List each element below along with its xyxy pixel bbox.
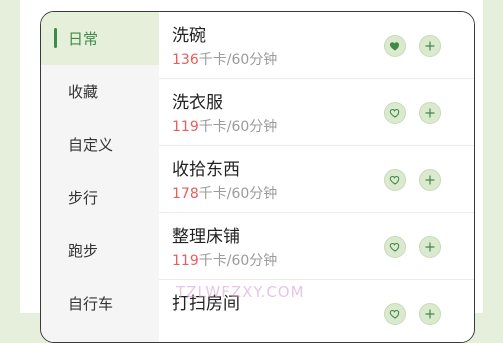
calorie-unit: 千卡/60分钟 [198, 119, 278, 135]
sidebar-item-daily[interactable]: 日常 [41, 12, 159, 65]
activity-calories: 119千卡/60分钟 [172, 250, 277, 270]
sidebar-item-favorites[interactable]: 收藏 [41, 65, 159, 118]
sidebar-item-label: 跑步 [68, 242, 99, 260]
app-screen: 日常 收藏 自定义 步行 跑步 自行车 洗碗 136千卡/60分钟 洗衣服 11… [20, 0, 483, 343]
add-button[interactable] [419, 169, 441, 191]
calorie-value: 119 [172, 119, 199, 135]
sidebar-item-custom[interactable]: 自定义 [41, 118, 159, 171]
sidebar-item-label: 步行 [68, 189, 99, 207]
sidebar-item-label: 自行车 [68, 295, 114, 313]
sidebar-item-running[interactable]: 跑步 [41, 224, 159, 277]
favorite-button[interactable] [384, 35, 406, 57]
favorite-button[interactable] [384, 102, 406, 124]
watermark: TZLWFZXY.COM [176, 283, 305, 301]
activity-name: 洗衣服 [172, 93, 223, 113]
heart-outline-icon [389, 108, 400, 118]
list-item[interactable]: 洗衣服 119千卡/60分钟 [159, 79, 474, 146]
activity-name: 收拾东西 [172, 160, 240, 180]
list-item[interactable]: 整理床铺 119千卡/60分钟 [159, 213, 474, 280]
heart-outline-icon [389, 242, 400, 252]
plus-icon [425, 242, 435, 252]
activity-calories: 178千卡/60分钟 [172, 183, 277, 203]
sidebar-item-label: 自定义 [68, 136, 114, 154]
calorie-value: 136 [172, 52, 199, 68]
sidebar-item-cycling[interactable]: 自行车 [41, 277, 159, 330]
category-sidebar: 日常 收藏 自定义 步行 跑步 自行车 [41, 12, 159, 342]
activity-name: 洗碗 [172, 26, 206, 46]
calorie-unit: 千卡/60分钟 [198, 52, 278, 68]
heart-outline-icon [389, 309, 400, 319]
add-button[interactable] [419, 236, 441, 258]
favorite-button[interactable] [384, 303, 406, 325]
add-button[interactable] [419, 102, 441, 124]
heart-outline-icon [389, 175, 400, 185]
list-item[interactable]: 洗碗 136千卡/60分钟 [159, 12, 474, 79]
plus-icon [425, 309, 435, 319]
calorie-unit: 千卡/60分钟 [198, 186, 278, 202]
favorite-button[interactable] [384, 169, 406, 191]
plus-icon [425, 108, 435, 118]
list-item[interactable]: 收拾东西 178千卡/60分钟 [159, 146, 474, 213]
activity-calories: 119千卡/60分钟 [172, 116, 277, 136]
calorie-unit: 千卡/60分钟 [198, 253, 278, 269]
add-button[interactable] [419, 35, 441, 57]
sidebar-item-label: 收藏 [68, 83, 99, 101]
plus-icon [425, 41, 435, 51]
activity-calories: 136千卡/60分钟 [172, 49, 277, 69]
plus-icon [425, 175, 435, 185]
sidebar-item-walking[interactable]: 步行 [41, 171, 159, 224]
calorie-value: 178 [172, 186, 199, 202]
favorite-button[interactable] [384, 236, 406, 258]
activity-name: 整理床铺 [172, 227, 240, 247]
add-button[interactable] [419, 303, 441, 325]
heart-filled-icon [389, 42, 400, 51]
calorie-value: 119 [172, 253, 199, 269]
sidebar-item-label: 日常 [68, 30, 99, 48]
